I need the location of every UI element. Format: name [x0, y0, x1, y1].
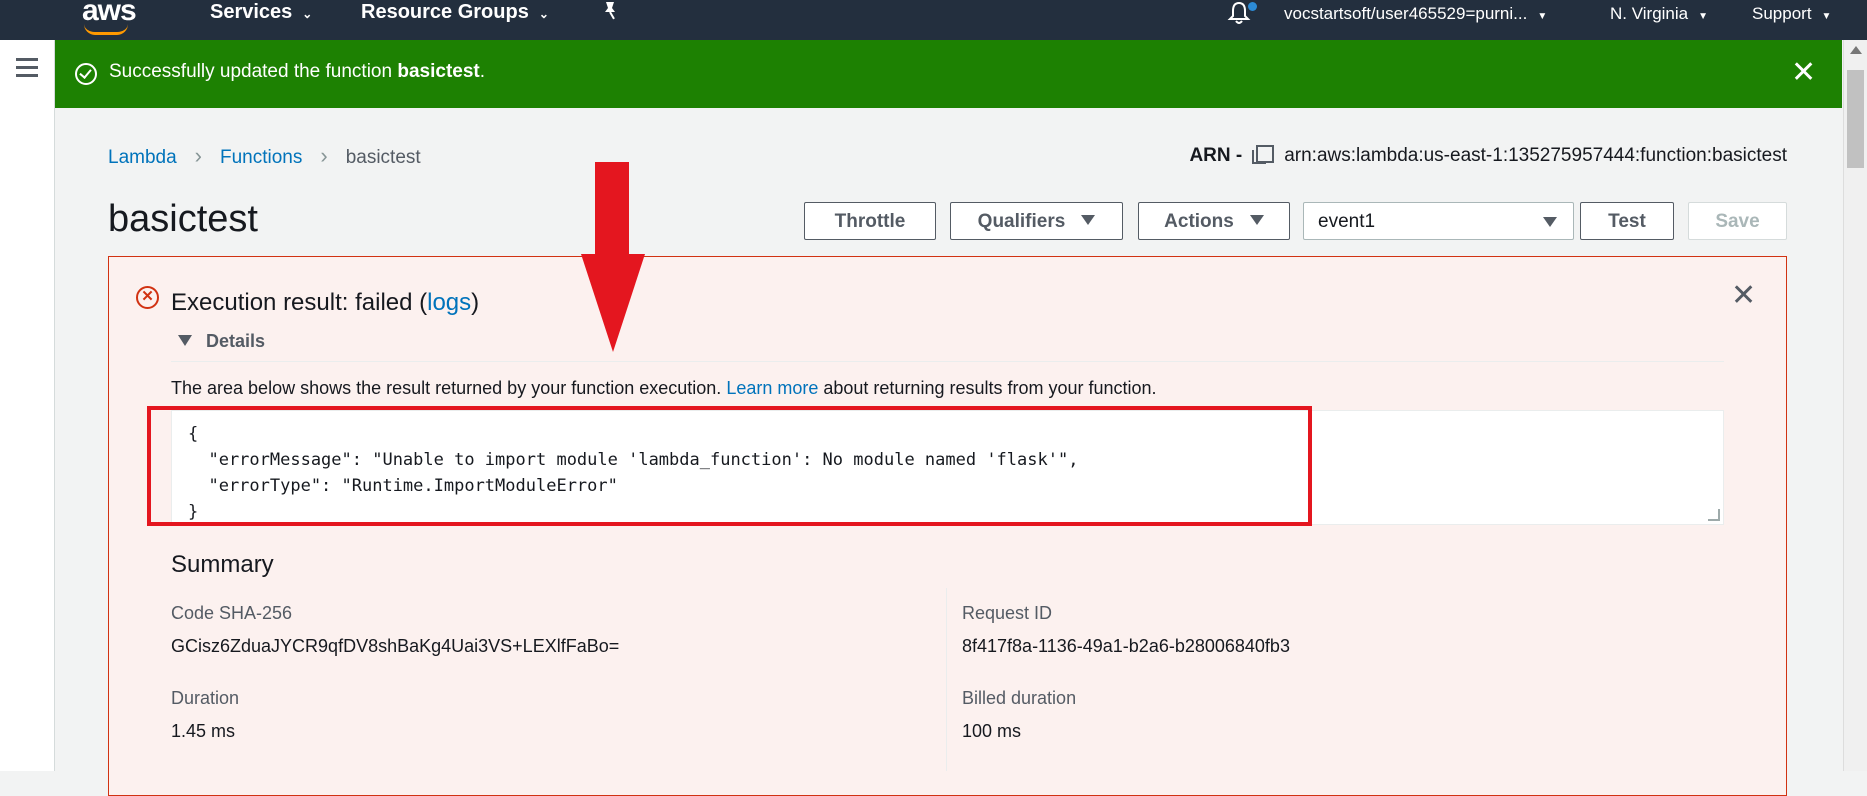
account-label: vocstartsoft/user465529=purni...: [1284, 4, 1528, 23]
logs-link[interactable]: logs: [427, 289, 471, 316]
services-label: Services: [210, 1, 293, 23]
breadcrumb-current: basictest: [345, 147, 421, 168]
scrollbar-thumb[interactable]: [1847, 70, 1864, 168]
dismiss-flash-close-icon[interactable]: ✕: [1791, 58, 1816, 88]
code-sha-value: GCisz6ZduaJYCR9qfDV8shBaKg4Uai3VS+LEXlfF…: [171, 636, 620, 656]
services-menu[interactable]: Services ⌄: [210, 0, 312, 26]
save-button[interactable]: Save: [1688, 202, 1787, 240]
code-sha-label: Code SHA-256: [171, 603, 293, 623]
qualifiers-button[interactable]: Qualifiers: [950, 202, 1123, 240]
hamburger-menu-icon[interactable]: [16, 58, 38, 82]
request-id-value: 8f417f8a-1136-49a1-b2a6-b28006840fb3: [962, 636, 1290, 656]
arn-display: ARN - arn:aws:lambda:us-east-1:1352759574…: [1189, 143, 1787, 167]
support-label: Support: [1752, 4, 1812, 23]
result-description: The area below shows the result returned…: [171, 378, 1157, 398]
aws-logo-text: aws: [82, 0, 137, 27]
caret-down-icon: [1081, 214, 1096, 225]
notification-dot: [1248, 2, 1257, 11]
account-menu[interactable]: vocstartsoft/user465529=purni... ▼: [1284, 2, 1547, 29]
support-menu[interactable]: Support ▼: [1752, 2, 1831, 29]
aws-logo[interactable]: aws: [82, 0, 137, 35]
top-nav: aws Services ⌄ Resource Groups ⌄ vocstarts…: [0, 0, 1867, 40]
duration-label: Duration: [171, 688, 240, 708]
caret-down-icon: [178, 334, 192, 346]
billed-duration-value: 100 ms: [962, 721, 1022, 741]
billed-duration-label: Billed duration: [962, 688, 1077, 708]
pin-icon[interactable]: [600, 0, 620, 24]
throttle-button[interactable]: Throttle: [804, 202, 936, 240]
actions-label: Actions: [1164, 211, 1234, 232]
resource-groups-menu[interactable]: Resource Groups ⌄: [361, 0, 549, 26]
side-nav-strip: [0, 40, 55, 771]
breadcrumb-lambda[interactable]: Lambda: [108, 147, 177, 168]
notifications-bell-icon[interactable]: [1226, 0, 1257, 26]
region-menu[interactable]: N. Virginia ▼: [1610, 2, 1708, 29]
summary-divider: [946, 588, 947, 771]
qualifiers-label: Qualifiers: [977, 211, 1066, 232]
breadcrumb-separator-icon: ›: [320, 143, 328, 168]
success-flash-banner: Successfully updated the function basict…: [55, 40, 1842, 108]
close-result-icon[interactable]: ✕: [1731, 281, 1756, 311]
error-circle-icon: ✕: [136, 286, 159, 309]
caret-down-icon: ▼: [1537, 11, 1548, 22]
copy-arn-icon[interactable]: [1252, 145, 1275, 164]
breadcrumb-functions[interactable]: Functions: [220, 147, 302, 168]
learn-more-link[interactable]: Learn more: [726, 378, 818, 398]
test-button[interactable]: Test: [1580, 202, 1674, 240]
annotation-highlight-box: [147, 406, 1312, 526]
request-id-label: Request ID: [962, 603, 1053, 623]
chevron-down-icon: ⌄: [538, 7, 549, 21]
caret-down-icon: [1249, 214, 1264, 225]
caret-down-icon: ▼: [1821, 11, 1832, 22]
resize-handle-icon[interactable]: [1708, 509, 1720, 521]
test-event-select[interactable]: event1: [1303, 202, 1574, 240]
page-title: basictest: [108, 198, 258, 240]
breadcrumb: Lambda › Functions › basictest: [108, 143, 421, 169]
flash-message: Successfully updated the function basict…: [109, 61, 486, 82]
caret-down-icon: [1543, 217, 1557, 227]
region-label: N. Virginia: [1610, 4, 1689, 23]
arn-label: ARN -: [1189, 145, 1243, 166]
resource-groups-label: Resource Groups: [361, 1, 529, 23]
arn-value: arn:aws:lambda:us-east-1:135275957444:fu…: [1284, 145, 1787, 166]
execution-result-title: Execution result: failed (logs): [171, 289, 480, 316]
divider: [171, 361, 1724, 362]
chevron-down-icon: ⌄: [302, 7, 313, 21]
test-event-value: event1: [1318, 211, 1376, 232]
actions-button[interactable]: Actions: [1138, 202, 1290, 240]
duration-value: 1.45 ms: [171, 721, 236, 741]
summary-title: Summary: [171, 551, 274, 578]
breadcrumb-separator-icon: ›: [194, 143, 202, 168]
flash-function-name: basictest: [397, 61, 480, 82]
annotation-arrow-icon: [581, 162, 645, 352]
success-check-icon: [75, 63, 97, 85]
details-toggle[interactable]: Details: [178, 331, 265, 352]
vertical-scrollbar[interactable]: [1843, 40, 1867, 771]
caret-down-icon: ▼: [1698, 11, 1709, 22]
scroll-up-arrow-icon[interactable]: [1850, 46, 1862, 54]
details-label: Details: [206, 331, 266, 351]
